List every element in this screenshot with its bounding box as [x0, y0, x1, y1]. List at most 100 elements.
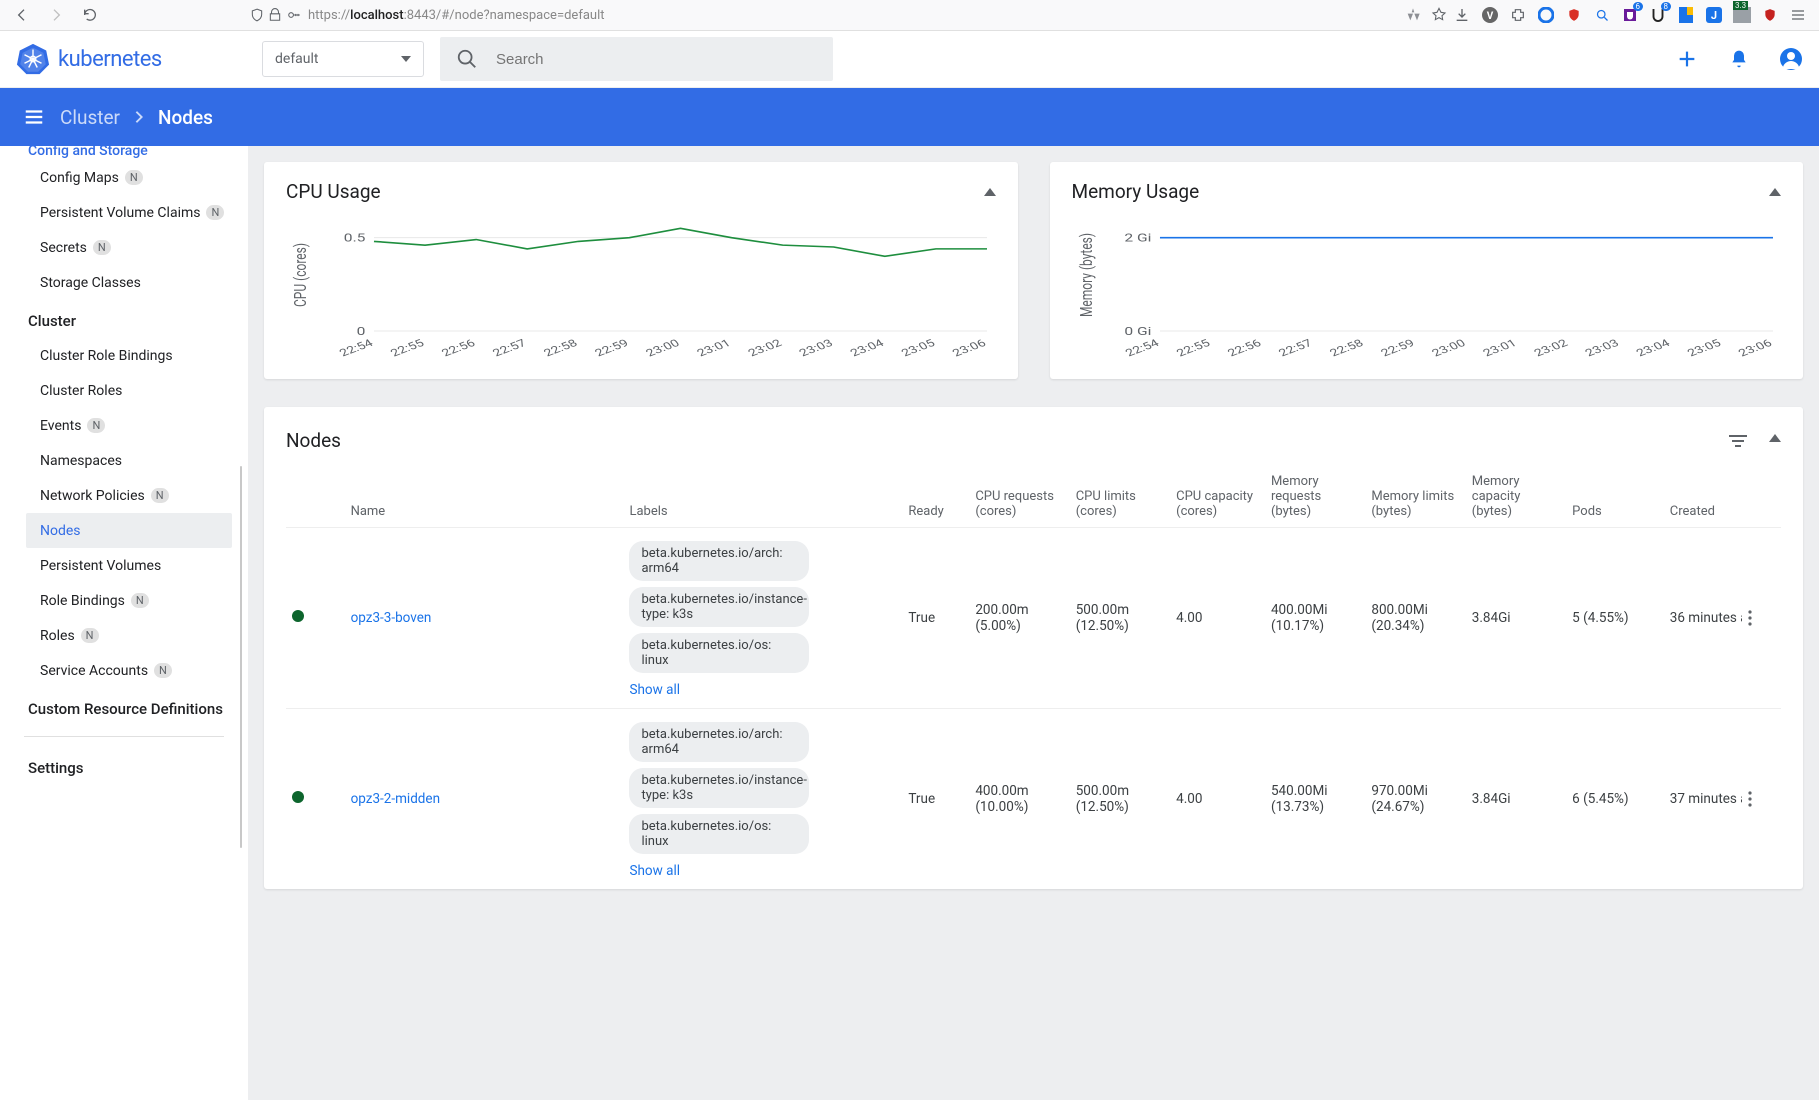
col-header[interactable]: CPU requests (cores) — [969, 466, 1069, 528]
col-header[interactable]: Ready — [902, 466, 969, 528]
show-all-link[interactable]: Show all — [629, 682, 896, 698]
show-all-link[interactable]: Show all — [629, 863, 896, 879]
back-button[interactable] — [8, 1, 36, 29]
sidebar-item-service-accounts[interactable]: Service AccountsN — [0, 653, 248, 688]
col-header[interactable]: Pods — [1566, 466, 1664, 528]
row-menu-button[interactable] — [1748, 610, 1775, 626]
filter-button[interactable] — [1729, 434, 1747, 448]
col-header[interactable]: Created — [1664, 466, 1742, 528]
sidebar-item-settings[interactable]: Settings — [0, 747, 248, 785]
sidebar-item-label: Roles — [40, 628, 75, 644]
sidebar-item-namespaces[interactable]: Namespaces — [0, 443, 248, 478]
svg-text:23:03: 23:03 — [1582, 337, 1621, 359]
sidebar-section-cluster[interactable]: Cluster — [0, 300, 248, 338]
col-header[interactable]: CPU capacity (cores) — [1170, 466, 1265, 528]
translate-icon[interactable] — [1405, 7, 1421, 23]
ext-cat-icon[interactable]: 3.3 — [1733, 6, 1751, 24]
mem-req-cell: 540.00Mi (13.73%) — [1265, 709, 1365, 890]
sidebar-item-network-policies[interactable]: Network PoliciesN — [0, 478, 248, 513]
sidebar-item-roles[interactable]: RolesN — [0, 618, 248, 653]
created-cell: 36 minutes ago — [1664, 528, 1742, 709]
col-header[interactable]: Memory requests (bytes) — [1265, 466, 1365, 528]
sidebar-item-cluster-role-bindings[interactable]: Cluster Role Bindings — [0, 338, 248, 373]
col-header[interactable]: Memory limits (bytes) — [1365, 466, 1465, 528]
memory-chart-title: Memory Usage — [1072, 180, 1200, 203]
logo[interactable]: kubernetes — [16, 42, 266, 76]
downloads-icon[interactable] — [1453, 6, 1471, 24]
svg-text:23:00: 23:00 — [643, 337, 682, 359]
ext-search-icon[interactable] — [1593, 6, 1611, 24]
label-chip[interactable]: beta.kubernetes.io/os: linux — [629, 633, 809, 673]
ext-red-shield-icon[interactable] — [1565, 6, 1583, 24]
ext-ublock-icon[interactable] — [1761, 6, 1779, 24]
sidebar-item-role-bindings[interactable]: Role BindingsN — [0, 583, 248, 618]
mem-lim-cell: 800.00Mi (20.34%) — [1365, 528, 1465, 709]
status-cell — [286, 709, 345, 890]
col-header[interactable]: Labels — [623, 466, 902, 528]
url-text: https://localhost:8443/#/node?namespace=… — [308, 8, 605, 23]
table-row: opz3-2-midden beta.kubernetes.io/arch: ar… — [286, 709, 1781, 890]
svg-text:23:04: 23:04 — [1633, 337, 1672, 359]
search-input[interactable] — [496, 51, 817, 68]
breadcrumb-parent[interactable]: Cluster — [60, 106, 120, 129]
col-header[interactable] — [286, 466, 345, 528]
forward-button[interactable] — [42, 1, 70, 29]
ext-u1-icon[interactable]: 6 — [1621, 6, 1639, 24]
sidebar-item-nodes[interactable]: Nodes — [26, 513, 232, 548]
label-chip[interactable]: beta.kubernetes.io/arch: arm64 — [629, 541, 809, 581]
svg-text:CPU (cores): CPU (cores) — [290, 243, 311, 307]
sidebar-item-label: Persistent Volume Claims — [40, 205, 200, 221]
namespace-badge: N — [151, 488, 169, 503]
breadcrumb: Cluster Nodes — [60, 106, 213, 129]
col-header[interactable]: CPU limits (cores) — [1070, 466, 1170, 528]
sidebar-item-persistent-volumes[interactable]: Persistent Volumes — [0, 548, 248, 583]
ext-u2-icon[interactable]: 8 — [1649, 6, 1667, 24]
node-link[interactable]: opz3-2-midden — [351, 791, 440, 807]
namespace-selected-value: default — [275, 51, 319, 67]
namespace-select[interactable]: default — [262, 41, 424, 77]
svg-text:23:04: 23:04 — [848, 337, 887, 359]
svg-text:23:06: 23:06 — [950, 337, 989, 359]
node-link[interactable]: opz3-3-boven — [351, 610, 432, 626]
sidebar-item-config-maps[interactable]: Config MapsN — [0, 160, 248, 195]
ext-j-icon[interactable]: J — [1705, 6, 1723, 24]
account-button[interactable] — [1779, 47, 1803, 71]
chevron-right-icon — [134, 110, 144, 124]
svg-text:Memory (bytes): Memory (bytes) — [1075, 233, 1096, 317]
sidebar-section-crd[interactable]: Custom Resource Definitions — [0, 688, 248, 726]
collapse-button[interactable] — [1769, 434, 1781, 448]
main-content: CPU Usage 00.522:5422:5522:5622:5722:582… — [248, 146, 1819, 1100]
row-menu-button[interactable] — [1748, 791, 1775, 807]
svg-text:22:55: 22:55 — [388, 337, 427, 359]
col-header[interactable]: Name — [345, 466, 624, 528]
url-bar[interactable]: https://localhost:8443/#/node?namespace=… — [110, 7, 1447, 23]
sidebar-item-cluster-roles[interactable]: Cluster Roles — [0, 373, 248, 408]
sidebar-item-persistent-volume-claims[interactable]: Persistent Volume ClaimsN — [0, 195, 248, 230]
bookmark-star-icon[interactable] — [1431, 7, 1447, 23]
ext-flag-icon[interactable] — [1677, 6, 1695, 24]
extensions-icon[interactable] — [1509, 6, 1527, 24]
col-header[interactable]: Memory capacity (bytes) — [1466, 466, 1566, 528]
browser-chrome: https://localhost:8443/#/node?namespace=… — [0, 0, 1819, 31]
notifications-button[interactable] — [1727, 47, 1751, 71]
label-chip[interactable]: beta.kubernetes.io/instance-type: k3s — [629, 587, 809, 627]
ext-blue-circle-icon[interactable] — [1537, 6, 1555, 24]
namespace-badge: N — [87, 418, 105, 433]
ext-v-icon[interactable]: V — [1481, 6, 1499, 24]
search-box[interactable] — [440, 37, 833, 81]
sidebar-section-config-storage[interactable]: Config and Storage — [0, 146, 248, 160]
browser-menu-icon[interactable] — [1789, 6, 1807, 24]
create-button[interactable] — [1675, 47, 1699, 71]
label-chip[interactable]: beta.kubernetes.io/instance-type: k3s — [629, 768, 809, 808]
collapse-button[interactable] — [1769, 188, 1781, 196]
sidebar-item-events[interactable]: EventsN — [0, 408, 248, 443]
label-chip[interactable]: beta.kubernetes.io/arch: arm64 — [629, 722, 809, 762]
collapse-button[interactable] — [984, 188, 996, 196]
sidebar-item-storage-classes[interactable]: Storage Classes — [0, 265, 248, 300]
label-chip[interactable]: beta.kubernetes.io/os: linux — [629, 814, 809, 854]
svg-text:23:02: 23:02 — [746, 337, 785, 359]
reload-button[interactable] — [76, 1, 104, 29]
sidebar-item-secrets[interactable]: SecretsN — [0, 230, 248, 265]
menu-toggle-button[interactable] — [16, 99, 52, 135]
memory-usage-card: Memory Usage 0 Gi2 Gi22:5422:5522:5622:5… — [1050, 162, 1804, 379]
